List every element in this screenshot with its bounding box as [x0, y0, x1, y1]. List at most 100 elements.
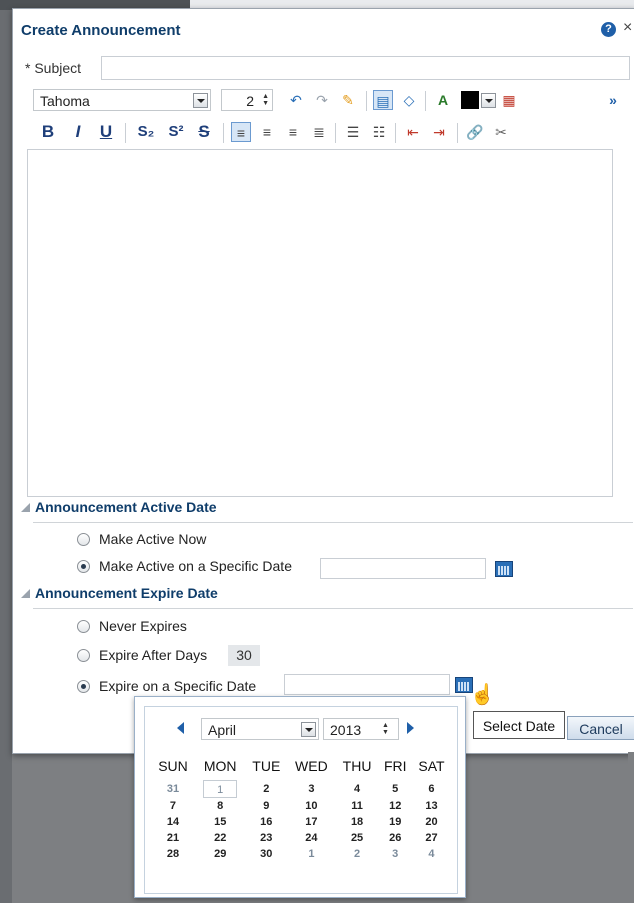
underline-button[interactable]: U — [95, 121, 117, 143]
calendar-day-today[interactable]: 1 — [195, 780, 246, 798]
calendar-day[interactable]: 20 — [412, 814, 451, 830]
calendar-icon[interactable] — [495, 561, 513, 577]
calendar-day[interactable]: 9 — [245, 798, 287, 814]
calendar-grid: SUN MON TUE WED THU FRI SAT 31 1 2 3 4 5… — [151, 752, 451, 862]
calendar-day[interactable]: 5 — [378, 780, 412, 798]
calendar-day[interactable]: 10 — [287, 798, 336, 814]
calendar-day[interactable]: 17 — [287, 814, 336, 830]
close-icon[interactable]: × — [623, 19, 632, 37]
align-left-icon[interactable]: ≡ — [231, 122, 251, 142]
calendar-day[interactable]: 8 — [195, 798, 246, 814]
calendar-day[interactable]: 19 — [378, 814, 412, 830]
superscript-button[interactable]: S² — [165, 121, 187, 143]
unlink-icon[interactable]: ✂ — [491, 122, 511, 142]
calendar-day[interactable]: 14 — [151, 814, 195, 830]
create-announcement-dialog: Create Announcement ? × * Subject Tahoma… — [12, 8, 634, 754]
calendar-day[interactable]: 6 — [412, 780, 451, 798]
active-date-input[interactable] — [320, 558, 486, 579]
calendar-day[interactable]: 12 — [378, 798, 412, 814]
chevron-down-icon[interactable] — [301, 722, 316, 737]
calendar-day[interactable]: 4 — [412, 846, 451, 862]
collapse-triangle-icon[interactable] — [21, 503, 30, 512]
calendar-day[interactable]: 1 — [287, 846, 336, 862]
calendar-day[interactable]: 11 — [336, 798, 379, 814]
clear-formatting-icon[interactable]: ✎ — [338, 90, 358, 110]
font-size-stepper[interactable]: 2 ▲ ▼ — [221, 89, 273, 111]
calendar-day[interactable]: 23 — [245, 830, 287, 846]
source-code-mode-icon[interactable]: ◇ — [399, 90, 419, 110]
chevron-down-icon[interactable] — [193, 93, 208, 108]
expire-days-input[interactable]: 30 — [228, 645, 260, 666]
calendar-day[interactable]: 25 — [336, 830, 379, 846]
numbered-list-icon[interactable]: ☷ — [369, 122, 389, 142]
make-active-now-radio[interactable] — [77, 533, 90, 546]
indent-icon[interactable]: ⇥ — [429, 122, 449, 142]
calendar-day[interactable]: 2 — [245, 780, 287, 798]
spinner-icon[interactable]: ▲ ▼ — [382, 722, 392, 736]
previous-month-icon[interactable] — [177, 722, 184, 734]
calendar-day[interactable]: 13 — [412, 798, 451, 814]
dialog-title: Create Announcement — [21, 22, 181, 39]
spinner-icon[interactable]: ▲ ▼ — [259, 93, 269, 107]
calendar-day[interactable]: 15 — [195, 814, 246, 830]
expire-date-input[interactable] — [284, 674, 450, 695]
weekday-header: SAT — [418, 758, 445, 774]
outdent-icon[interactable]: ⇤ — [403, 122, 423, 142]
never-expires-radio[interactable] — [77, 620, 90, 633]
rich-text-mode-icon[interactable]: ▤ — [373, 90, 393, 110]
active-date-heading[interactable]: Announcement Active Date — [21, 499, 217, 515]
calendar-day[interactable]: 30 — [245, 846, 287, 862]
color-swatch[interactable] — [461, 91, 479, 109]
year-stepper[interactable]: 2013 ▲ ▼ — [323, 718, 399, 740]
calendar-day[interactable]: 28 — [151, 846, 195, 862]
calendar-day[interactable]: 18 — [336, 814, 379, 830]
calendar-day[interactable]: 22 — [195, 830, 246, 846]
justify-icon[interactable]: ≣ — [309, 122, 329, 142]
strikethrough-button[interactable]: S — [193, 121, 215, 143]
calendar-day[interactable]: 27 — [412, 830, 451, 846]
calendar-day[interactable]: 24 — [287, 830, 336, 846]
month-select[interactable]: April — [201, 718, 319, 740]
bold-button[interactable]: B — [37, 121, 59, 143]
subject-input[interactable] — [101, 56, 630, 80]
collapse-triangle-icon[interactable] — [21, 589, 30, 598]
rich-text-editor[interactable] — [27, 149, 613, 497]
bulleted-list-icon[interactable]: ☰ — [343, 122, 363, 142]
expire-specific-radio[interactable] — [77, 680, 90, 693]
calendar-day[interactable]: 4 — [336, 780, 379, 798]
more-icon[interactable]: » — [603, 90, 623, 110]
italic-button[interactable]: I — [67, 121, 89, 143]
help-icon[interactable]: ? — [601, 22, 616, 37]
font-color-icon[interactable]: A — [433, 90, 453, 110]
year-value: 2013 — [330, 722, 362, 738]
calendar-day[interactable]: 3 — [287, 780, 336, 798]
today-day-label: 1 — [203, 780, 238, 798]
redo-icon[interactable]: ↷ — [312, 90, 332, 110]
calendar-day[interactable]: 16 — [245, 814, 287, 830]
expire-date-heading[interactable]: Announcement Expire Date — [21, 585, 218, 601]
make-active-now-label: Make Active Now — [99, 531, 207, 547]
formatting-toolbar-top: Tahoma 2 ▲ ▼ ↶ ↷ ✎ ▤ ◇ A ▦ » — [33, 89, 633, 115]
calendar-day[interactable]: 29 — [195, 846, 246, 862]
subscript-button[interactable]: S₂ — [135, 121, 157, 143]
section-divider — [33, 608, 633, 609]
calendar-day[interactable]: 26 — [378, 830, 412, 846]
weekday-header: MON — [203, 758, 237, 774]
align-right-icon[interactable]: ≡ — [283, 122, 303, 142]
undo-icon[interactable]: ↶ — [286, 90, 306, 110]
calendar-day[interactable]: 3 — [378, 846, 412, 862]
cancel-button[interactable]: Cancel — [567, 716, 634, 740]
font-family-select[interactable]: Tahoma — [33, 89, 211, 111]
calendar-day[interactable]: 31 — [151, 780, 195, 798]
select-date-tooltip: Select Date — [473, 711, 565, 739]
calendar-day[interactable]: 2 — [336, 846, 379, 862]
calendar-day[interactable]: 21 — [151, 830, 195, 846]
calendar-day[interactable]: 7 — [151, 798, 195, 814]
color-dropdown-icon[interactable] — [481, 93, 496, 108]
make-active-specific-radio[interactable] — [77, 560, 90, 573]
align-center-icon[interactable]: ≡ — [257, 122, 277, 142]
link-icon[interactable]: 🔗 — [465, 122, 485, 142]
next-month-icon[interactable] — [407, 722, 414, 734]
background-color-icon[interactable]: ▦ — [499, 90, 519, 110]
expire-after-days-radio[interactable] — [77, 649, 90, 662]
